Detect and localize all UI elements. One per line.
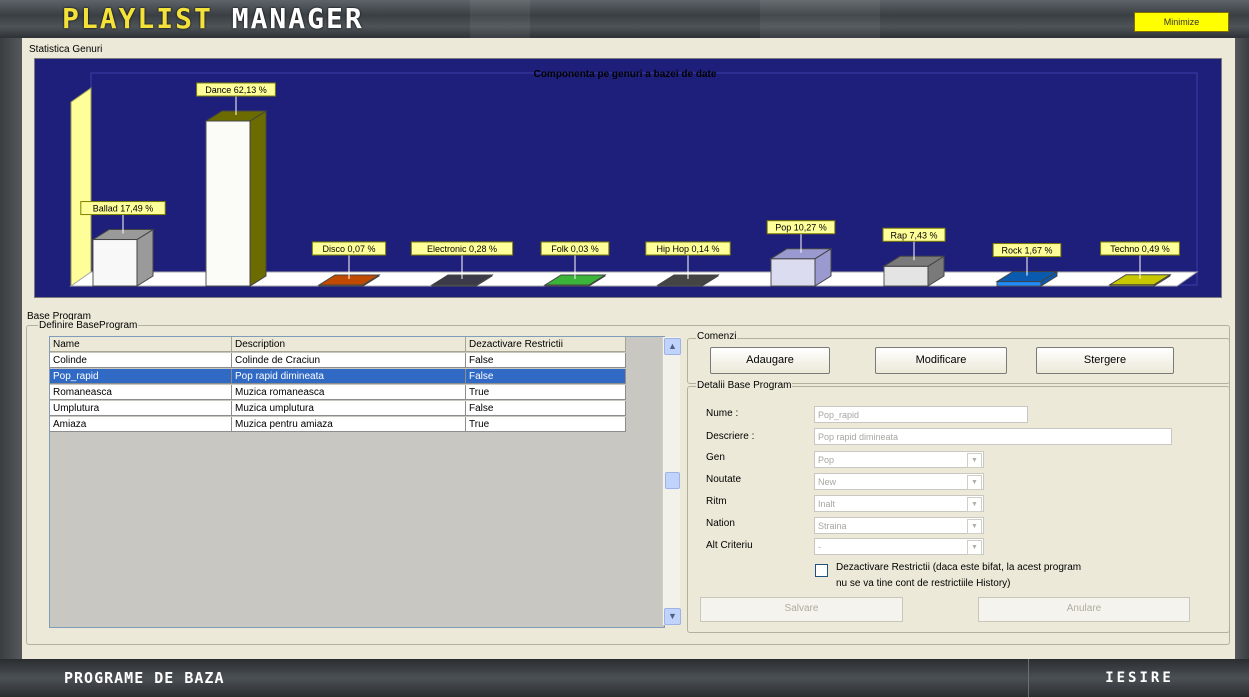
- cell-name: Amiaza: [50, 417, 232, 432]
- main-panel: Statistica Genuri Componenta pe genuri a…: [22, 38, 1235, 659]
- cell-name: Umplutura: [50, 401, 232, 416]
- chevron-down-icon[interactable]: ▼: [967, 497, 982, 512]
- novelty-select-value: New: [818, 477, 837, 487]
- description-label: Descriere :: [706, 431, 755, 442]
- chart-data-label: Rock 1,67 %: [1001, 246, 1052, 256]
- chevron-down-icon[interactable]: ▼: [967, 453, 982, 468]
- genre-select[interactable]: Pop ▼: [814, 451, 984, 468]
- cell-description: Pop rapid dimineata: [232, 369, 466, 384]
- table-row[interactable]: Umplutura Muzica umplutura False: [50, 401, 626, 416]
- table-row[interactable]: Amiaza Muzica pentru amiaza True: [50, 417, 626, 432]
- commands-group-label: Comenzi: [696, 331, 738, 342]
- column-header-restrict[interactable]: Dezactivare Restrictii: [466, 337, 626, 352]
- footer-title: Programe de baza: [64, 669, 225, 687]
- nation-select-value: Straina: [818, 521, 847, 531]
- cell-restrict: True: [466, 385, 626, 400]
- cell-description: Muzica pentru amiaza: [232, 417, 466, 432]
- chart-bar: [92, 239, 138, 287]
- cell-description: Colinde de Craciun: [232, 353, 466, 368]
- chart-bar: [883, 265, 929, 287]
- stats-group-label: Statistica Genuri: [28, 44, 104, 55]
- nation-select[interactable]: Straina ▼: [814, 517, 984, 534]
- genre-chart: Componenta pe genuri a bazei de date Ball…: [34, 58, 1222, 298]
- save-button[interactable]: Salvare: [700, 597, 903, 622]
- scroll-down-icon[interactable]: ▼: [664, 608, 681, 625]
- genre-select-value: Pop: [818, 455, 835, 465]
- genre-label: Gen: [706, 452, 725, 463]
- alt-criteria-label: Alt Criteriu: [706, 540, 753, 551]
- chart-bar: [996, 281, 1042, 287]
- base-program-table: Name Description Dezactivare Restrictii …: [49, 336, 681, 628]
- chart-data-label: Pop 10,27 %: [775, 223, 827, 233]
- chart-canvas: Componenta pe genuri a bazei de date Ball…: [69, 69, 1199, 287]
- column-header-description[interactable]: Description: [232, 337, 466, 352]
- cell-restrict: False: [466, 401, 626, 416]
- app-footer: Programe de baza IESIRE: [0, 659, 1249, 697]
- chart-bar: [770, 258, 816, 287]
- cell-name: Romaneasca: [50, 385, 232, 400]
- app-title: Playlist Manager: [62, 2, 364, 36]
- right-frame: [1235, 38, 1249, 659]
- scroll-thumb[interactable]: [665, 472, 680, 489]
- column-header-name[interactable]: Name: [50, 337, 232, 352]
- chart-title: Componenta pe genuri a bazei de date: [534, 69, 717, 80]
- add-button[interactable]: Adaugare: [710, 347, 830, 374]
- chevron-down-icon[interactable]: ▼: [967, 519, 982, 534]
- details-group-label: Detalii Base Program: [696, 380, 793, 391]
- table-header-row: Name Description Dezactivare Restrictii: [50, 337, 626, 352]
- minimize-button[interactable]: Minimize: [1134, 12, 1229, 32]
- header-decoration: [760, 0, 880, 38]
- checkbox-text-line1: Dezactivare Restrictii (daca este bifat,…: [836, 562, 1082, 573]
- rhythm-select-value: Inalt: [818, 499, 836, 509]
- cell-restrict: False: [466, 353, 626, 368]
- scroll-up-icon[interactable]: ▲: [664, 338, 681, 355]
- define-base-program-label: Definire BaseProgram: [38, 320, 139, 331]
- name-field[interactable]: Pop_rapid: [814, 406, 1028, 423]
- cell-restrict: False: [466, 369, 626, 384]
- novelty-label: Noutate: [706, 474, 742, 485]
- chart-data-label: Rap 7,43 %: [890, 230, 937, 240]
- alt-criteria-select[interactable]: - ▼: [814, 538, 984, 555]
- table-vertical-scrollbar[interactable]: ▲ ▼: [662, 337, 681, 625]
- alt-criteria-select-value: -: [818, 542, 821, 552]
- cell-name: Colinde: [50, 353, 232, 368]
- delete-button[interactable]: Stergere: [1036, 347, 1174, 374]
- name-label: Nume :: [706, 408, 739, 419]
- table-row[interactable]: Romaneasca Muzica romaneasca True: [50, 385, 626, 400]
- chevron-down-icon[interactable]: ▼: [967, 475, 982, 490]
- disable-restrictions-checkbox[interactable]: [815, 564, 828, 577]
- cell-restrict: True: [466, 417, 626, 432]
- app-title-part1: Playlist: [62, 2, 213, 35]
- rhythm-label: Ritm: [706, 496, 727, 507]
- table-row[interactable]: Pop_rapid Pop rapid dimineata False: [50, 369, 626, 384]
- modify-button[interactable]: Modificare: [875, 347, 1007, 374]
- chart-data-label: Ballad 17,49 %: [93, 204, 154, 214]
- chart-data-label: Folk 0,03 %: [551, 244, 599, 254]
- cancel-button[interactable]: Anulare: [978, 597, 1190, 622]
- chart-data-label: Disco 0,07 %: [322, 244, 375, 254]
- app-header: Playlist Manager Minimize: [0, 0, 1249, 38]
- left-frame: [0, 38, 22, 659]
- cell-description: Muzica romaneasca: [232, 385, 466, 400]
- nation-label: Nation: [706, 518, 735, 529]
- rhythm-select[interactable]: Inalt ▼: [814, 495, 984, 512]
- chart-data-label: Hip Hop 0,14 %: [656, 244, 719, 254]
- checkbox-text-line2: nu se va tine cont de restrictiile Histo…: [836, 578, 1011, 589]
- app-title-part2: Manager: [231, 2, 364, 35]
- novelty-select[interactable]: New ▼: [814, 473, 984, 490]
- chart-data-label: Dance 62,13 %: [205, 85, 267, 95]
- description-field[interactable]: Pop rapid dimineata: [814, 428, 1172, 445]
- chart-bar: [205, 120, 251, 287]
- header-decoration: [470, 0, 530, 38]
- chart-data-label: Electronic 0,28 %: [427, 244, 497, 254]
- chevron-down-icon[interactable]: ▼: [967, 540, 982, 555]
- exit-button[interactable]: IESIRE: [1028, 659, 1249, 697]
- cell-description: Muzica umplutura: [232, 401, 466, 416]
- table-row[interactable]: Colinde Colinde de Craciun False: [50, 353, 626, 368]
- chart-data-label: Techno 0,49 %: [1110, 244, 1170, 254]
- chart-bar-side: [249, 110, 267, 287]
- cell-name: Pop_rapid: [50, 369, 232, 384]
- chart-wall: [70, 87, 92, 287]
